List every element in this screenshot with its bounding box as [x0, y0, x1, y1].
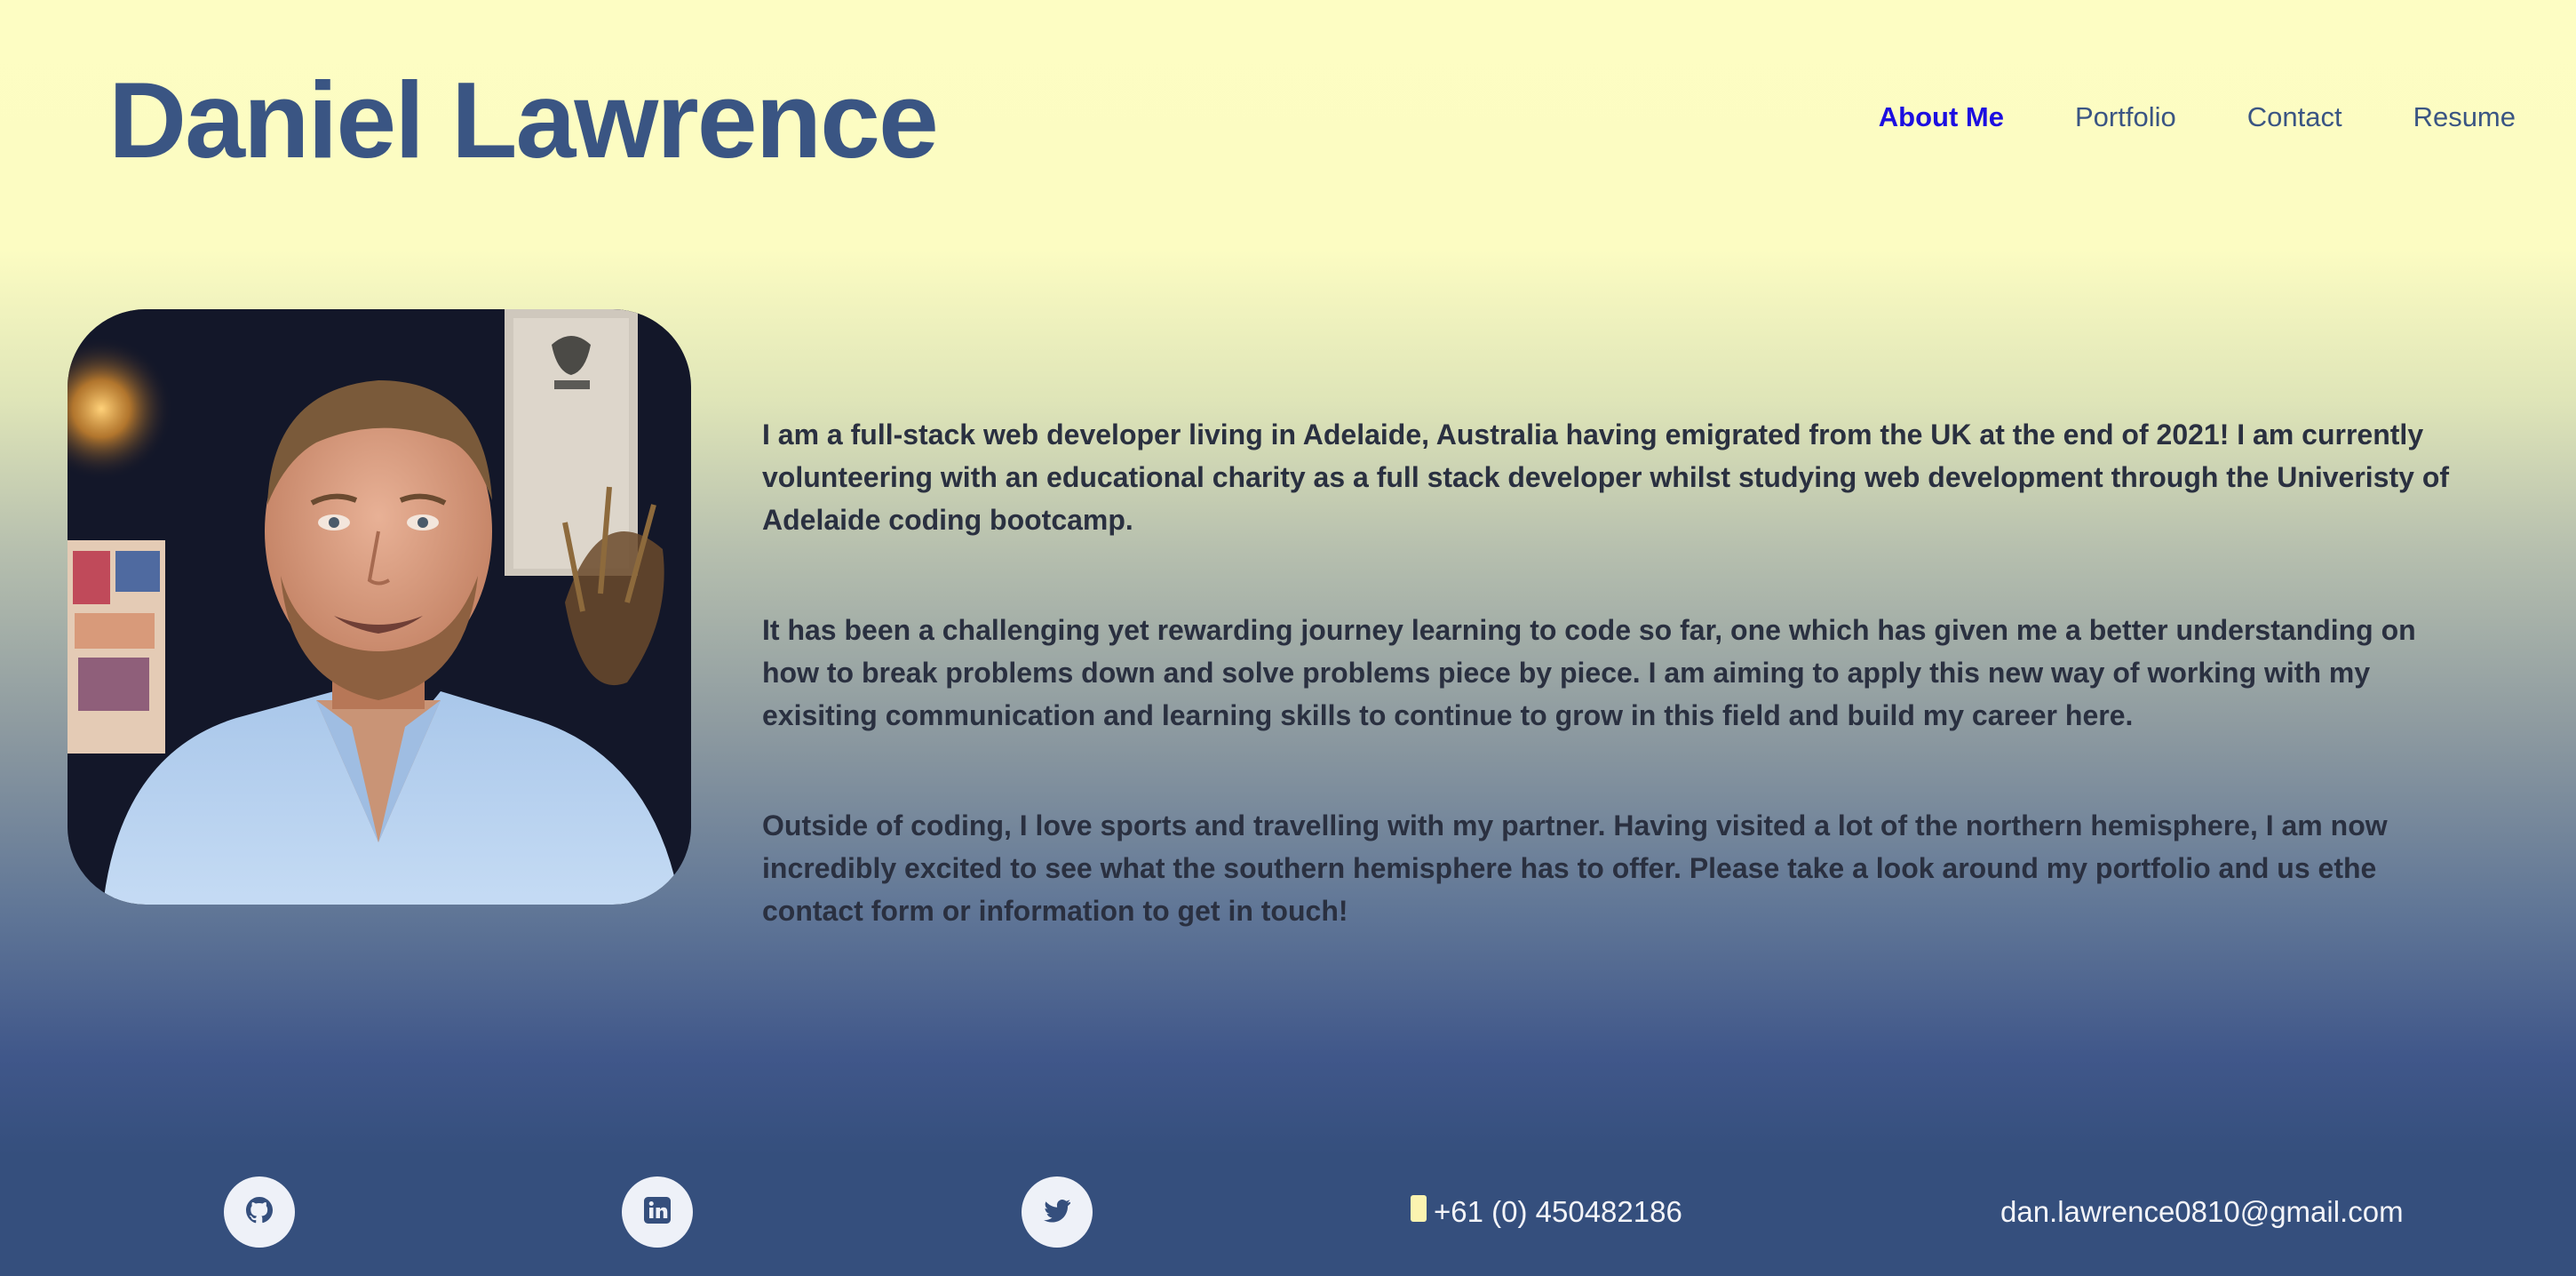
nav-contact[interactable]: Contact: [2247, 96, 2342, 139]
main-nav: About Me Portfolio Contact Resume: [1808, 96, 2516, 139]
github-icon: [243, 1194, 275, 1231]
linkedin-link[interactable]: [622, 1176, 693, 1248]
github-link[interactable]: [224, 1176, 295, 1248]
about-section: I am a full-stack web developer living i…: [762, 413, 2450, 1000]
about-paragraph: It has been a challenging yet rewarding …: [762, 614, 2416, 731]
site-footer: +61 (0) 450482186 dan.lawrence0810@gmail…: [0, 1155, 2576, 1276]
profile-photo: [68, 309, 691, 905]
nav-resume[interactable]: Resume: [2413, 96, 2516, 139]
site-title: Daniel Lawrence: [108, 60, 939, 180]
twitter-link[interactable]: [1022, 1176, 1093, 1248]
linkedin-icon: [641, 1194, 673, 1231]
phone-icon: [1411, 1195, 1427, 1222]
phone-number: +61 (0) 450482186: [1411, 1192, 1682, 1232]
nav-portfolio[interactable]: Portfolio: [2075, 96, 2176, 139]
phone-text: +61 (0) 450482186: [1434, 1195, 1682, 1228]
nav-about-me[interactable]: About Me: [1879, 96, 2004, 139]
site-header: Daniel Lawrence About Me Portfolio Conta…: [0, 0, 2576, 240]
about-paragraph: Outside of coding, I love sports and tra…: [762, 809, 2388, 927]
about-paragraph: I am a full-stack web developer living i…: [762, 419, 2450, 536]
email-link[interactable]: dan.lawrence0810@gmail.com: [2000, 1192, 2404, 1232]
twitter-icon: [1041, 1194, 1073, 1231]
